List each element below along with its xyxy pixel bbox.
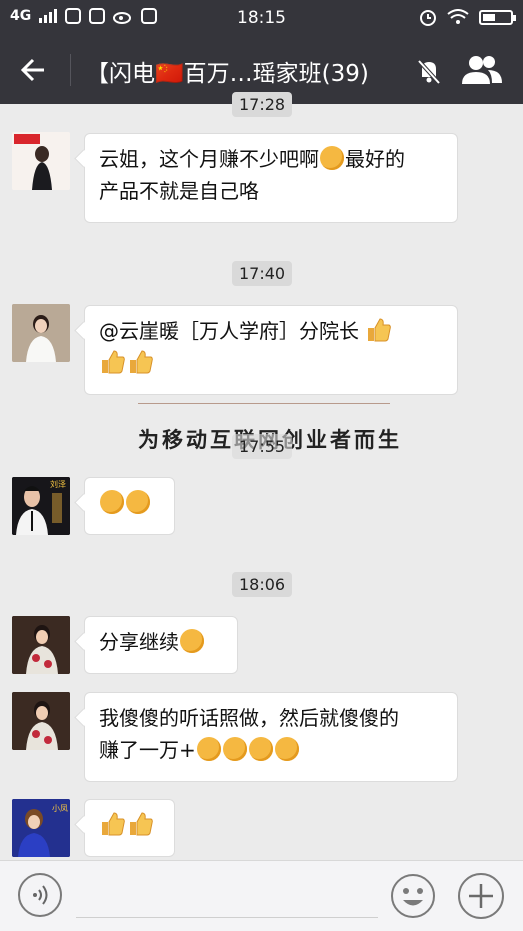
message-text: 最好的: [345, 147, 405, 171]
message-bubble[interactable]: [84, 799, 175, 857]
timestamp: 17:40: [232, 261, 293, 286]
back-arrow-icon[interactable]: [14, 52, 54, 88]
wifi-icon: [447, 9, 469, 24]
message-input[interactable]: [76, 917, 378, 918]
message-bubble[interactable]: 我傻傻的听话照做，然后就傻傻的 赚了一万+: [84, 692, 458, 782]
chat-title[interactable]: 【闪电🇨🇳百万…瑶家班(39): [86, 54, 416, 88]
profile-photo-image: [12, 616, 70, 674]
avatar-label: 小凤: [52, 804, 68, 813]
profile-photo-image: 小凤: [12, 799, 70, 857]
mute-bell-icon: [417, 59, 441, 85]
divider: [138, 403, 390, 404]
timestamp: 17:28: [232, 92, 293, 117]
message-bubble[interactable]: 分享继续: [84, 616, 238, 674]
more-button[interactable]: [458, 873, 504, 919]
profile-photo-image: [12, 692, 70, 750]
laughing-emoji-icon: [100, 490, 124, 514]
money-mouth-emoji-icon: [248, 737, 273, 761]
message-text: 产品不就是自己咯: [99, 179, 259, 203]
status-bar: 4G 18:15: [0, 0, 523, 36]
thinking-emoji-icon: [320, 146, 344, 170]
message-bubble[interactable]: 云姐，这个月赚不少吧啊 最好的 产品不就是自己咯: [84, 133, 458, 223]
avatar[interactable]: [12, 304, 70, 362]
divider: [70, 54, 71, 86]
profile-photo-image: [12, 304, 70, 362]
avatar-label: 刘泽: [50, 479, 66, 489]
message-bubble[interactable]: [84, 477, 175, 535]
timestamp: 17:55: [232, 434, 293, 459]
avatar[interactable]: [12, 692, 70, 750]
message-text: 赚了一万+: [99, 738, 196, 762]
thumbs-up-emoji-icon: [102, 350, 125, 374]
tongue-out-emoji-icon: [180, 629, 204, 653]
message-text: 分享继续: [99, 630, 179, 654]
thumbs-up-emoji-icon: [102, 812, 125, 836]
thumbs-up-emoji-icon: [368, 318, 392, 342]
avatar[interactable]: [12, 616, 70, 674]
alarm-icon: [420, 10, 436, 26]
message-text: 云姐，这个月赚不少吧啊: [99, 147, 319, 171]
battery-icon: [479, 9, 516, 25]
voice-input-button[interactable]: [18, 873, 62, 917]
emoji-button-icon[interactable]: [390, 873, 436, 919]
thumbs-up-emoji-icon: [130, 350, 153, 374]
money-mouth-emoji-icon: [196, 737, 221, 761]
avatar[interactable]: 刘泽: [12, 477, 70, 535]
avatar[interactable]: [12, 132, 70, 190]
input-bar: [0, 860, 523, 931]
voice-icon: [33, 885, 48, 905]
magazine-cover-image: [12, 132, 70, 190]
message-text: 我傻傻的听话照做，然后就傻傻的: [99, 706, 399, 730]
plus-icon: [469, 884, 493, 908]
money-mouth-emoji-icon: [274, 737, 299, 761]
message-text: @云崖暖［万人学府］分院长: [99, 319, 359, 343]
message-bubble[interactable]: @云崖暖［万人学府］分院长: [84, 305, 458, 395]
profile-photo-image: 刘泽: [12, 477, 70, 535]
thumbs-up-emoji-icon: [130, 812, 153, 836]
laughing-emoji-icon: [126, 490, 150, 514]
group-members-icon[interactable]: [460, 54, 504, 86]
money-mouth-emoji-icon: [222, 737, 247, 761]
avatar[interactable]: 小凤: [12, 799, 70, 857]
timestamp: 18:06: [232, 572, 293, 597]
